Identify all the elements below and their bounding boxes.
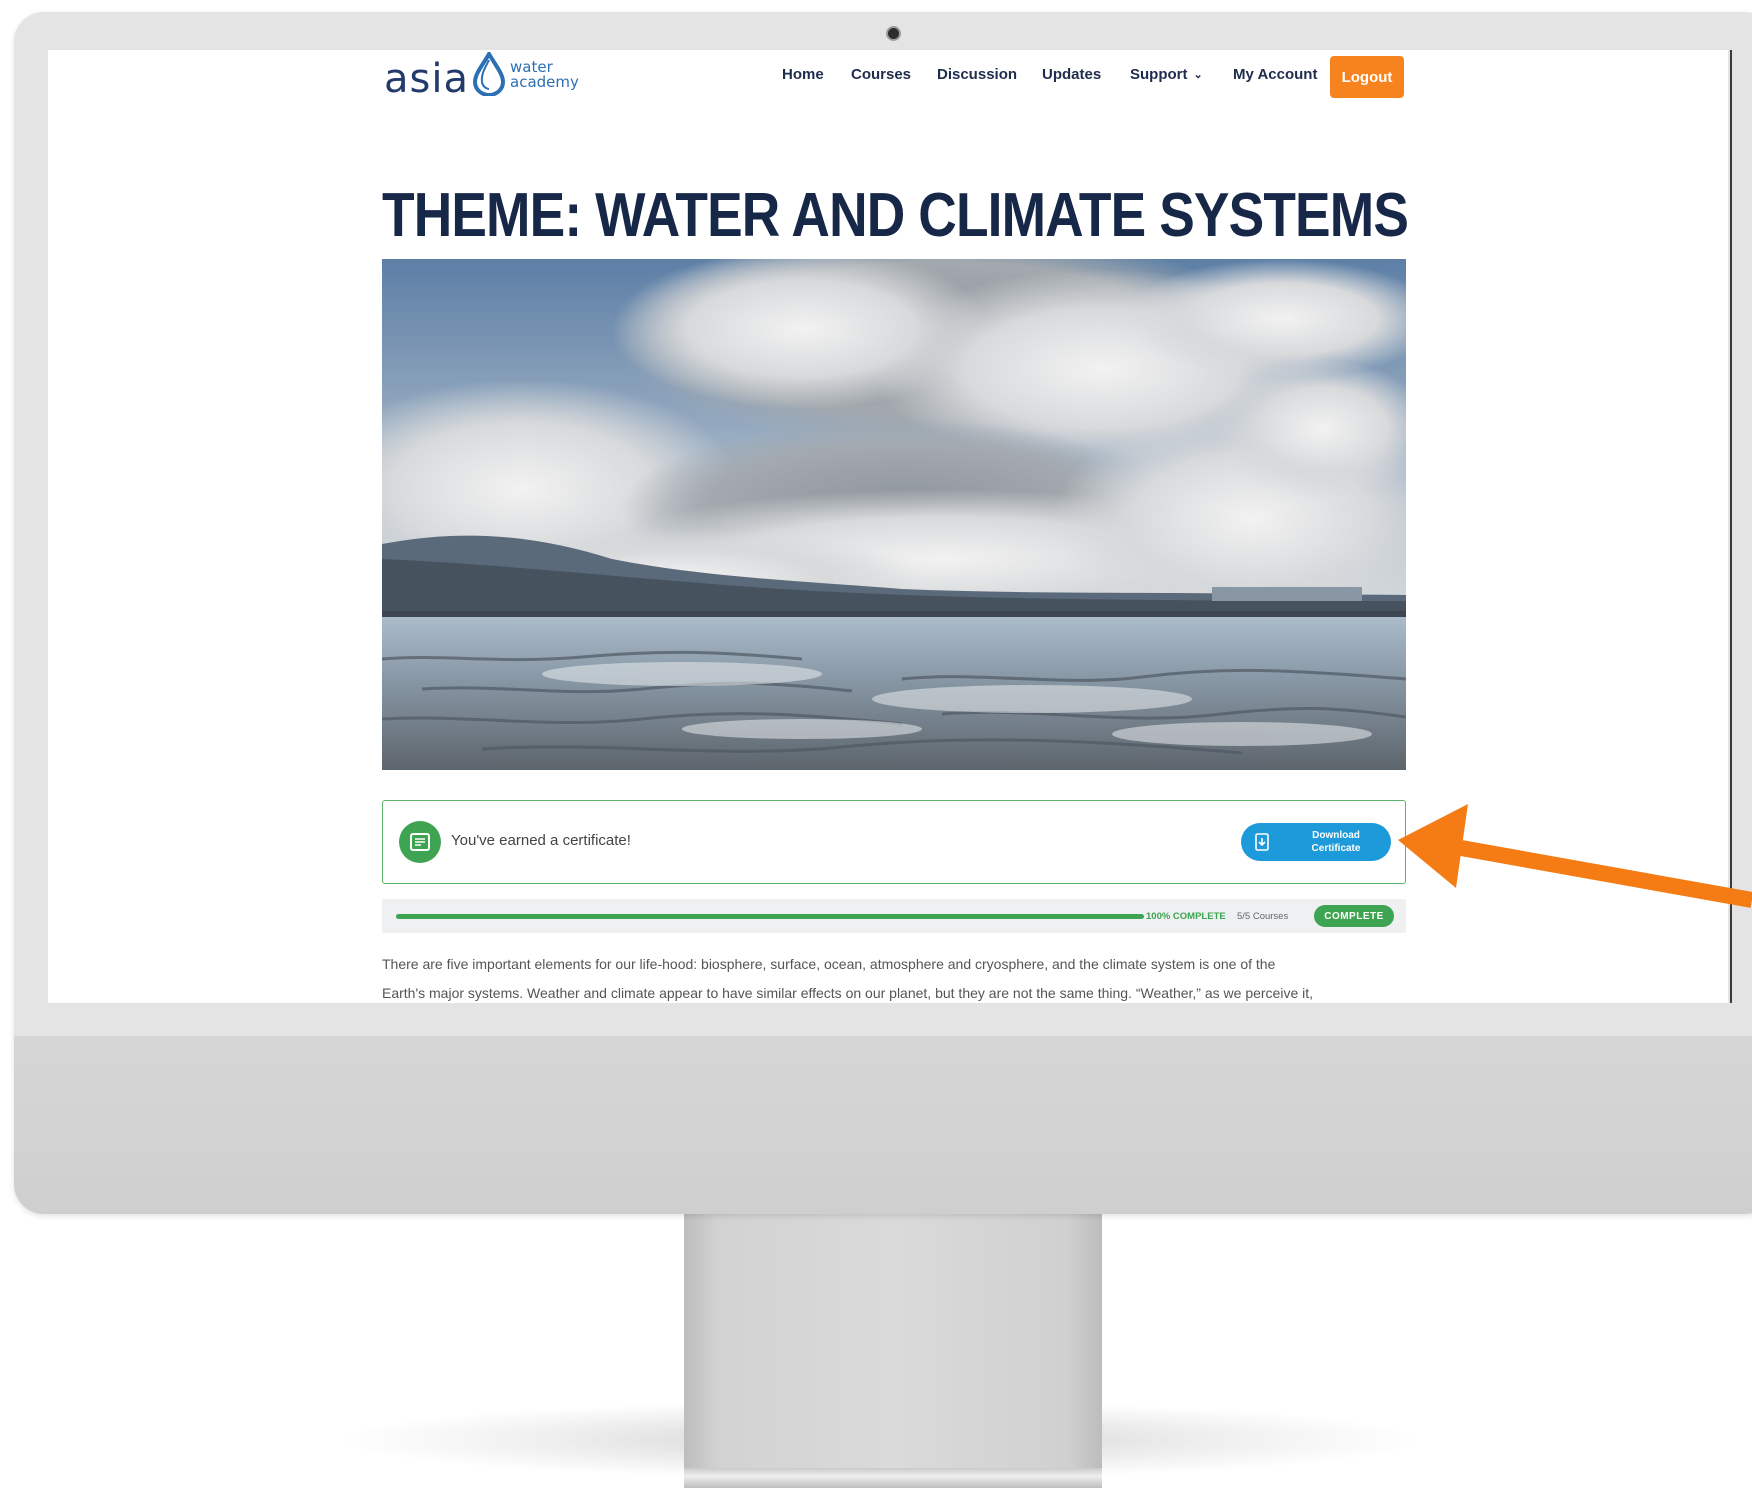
logo-wordmark: asia	[384, 56, 469, 102]
progress-fill	[396, 914, 1144, 919]
nav-support-label: Support	[1130, 66, 1188, 83]
annotation-arrow-icon	[1398, 804, 1752, 908]
nav-discussion[interactable]: Discussion	[937, 66, 1017, 83]
progress-track	[396, 914, 1144, 919]
monitor-chin	[14, 1036, 1752, 1214]
progress-percent: 100% COMPLETE	[1146, 911, 1226, 922]
description-line-2: Earth's major systems. Weather and clima…	[382, 985, 1314, 1001]
monitor-stand-foot	[684, 1468, 1102, 1488]
page-title: THEME: WATER AND CLIMATE SYSTEMS	[382, 181, 1409, 250]
course-progress: 100% COMPLETE 5/5 Courses COMPLETE	[382, 899, 1406, 933]
certificate-message: You've earned a certificate!	[451, 832, 631, 849]
download-button-line2: Certificate	[1311, 843, 1361, 854]
monitor-stand	[684, 1212, 1102, 1488]
theme-description: There are five important elements for ou…	[382, 950, 1412, 1008]
hero-image	[382, 259, 1406, 770]
landscape-photo	[382, 259, 1406, 770]
nav-updates[interactable]: Updates	[1042, 66, 1101, 83]
complete-badge: COMPLETE	[1314, 905, 1394, 927]
nav-home[interactable]: Home	[782, 66, 824, 83]
camera-icon	[886, 26, 901, 41]
download-icon	[1255, 833, 1269, 851]
download-button-line1: Download	[1312, 830, 1360, 841]
certificate-icon	[399, 821, 441, 863]
logo-sub-line2: academy	[510, 73, 579, 91]
water-drop-icon	[472, 52, 506, 96]
chevron-down-icon: ⌄	[1193, 69, 1203, 81]
site-logo[interactable]: asia water academy	[384, 52, 614, 104]
description-line-1: There are five important elements for ou…	[382, 956, 1276, 972]
nav-my-account[interactable]: My Account	[1233, 66, 1317, 83]
nav-courses[interactable]: Courses	[851, 66, 911, 83]
certificate-banner: You've earned a certificate! Download Ce…	[382, 800, 1406, 884]
download-certificate-button[interactable]: Download Certificate	[1241, 823, 1391, 861]
logout-button[interactable]: Logout	[1330, 56, 1404, 98]
progress-course-count: 5/5 Courses	[1237, 911, 1289, 922]
nav-support[interactable]: Support ⌄	[1130, 66, 1203, 83]
